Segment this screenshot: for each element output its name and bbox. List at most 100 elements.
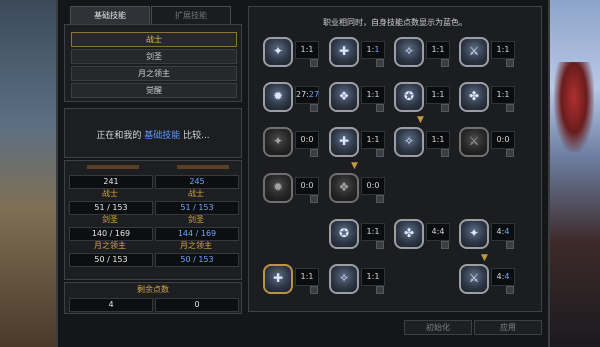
skill-plus-button[interactable] bbox=[506, 286, 514, 294]
skill-plus-button[interactable] bbox=[310, 59, 318, 67]
skill-level: 1:1 bbox=[491, 41, 515, 59]
skill-glyph-icon: ✹ bbox=[272, 89, 284, 103]
skill-level-mine: 27 bbox=[296, 90, 307, 99]
skill-level: 1:1 bbox=[361, 131, 385, 149]
skill-icon[interactable]: ✧ bbox=[394, 127, 424, 157]
skill-level-other: 0 bbox=[308, 135, 314, 144]
stats-box: 241 245 战士 战士 51 / 153 51 / 153 剑圣 剑圣 14… bbox=[64, 160, 242, 280]
skill-level-other: 0 bbox=[504, 135, 510, 144]
skill-level: 1:1 bbox=[361, 41, 385, 59]
stat-label-warrior-right: 战士 bbox=[188, 189, 204, 198]
skill-plus-button[interactable] bbox=[376, 104, 384, 112]
skill-icon[interactable]: ✦ bbox=[263, 127, 293, 157]
info-text: 职业相同时，自身技能点数显示为蓝色。 bbox=[323, 18, 467, 27]
skill-level: 4:4 bbox=[491, 223, 515, 241]
skill-plus-button[interactable] bbox=[376, 241, 384, 249]
skill-icon[interactable]: ✦ bbox=[459, 219, 489, 249]
stat-warrior-right: 51 / 153 bbox=[155, 201, 239, 215]
tab-basic-skills[interactable]: 基础技能 bbox=[70, 6, 150, 25]
skill-icon[interactable]: ✤ bbox=[394, 219, 424, 249]
skill-glyph-icon: ❖ bbox=[338, 180, 350, 194]
skill-level-other: 27 bbox=[308, 90, 320, 99]
skill-icon[interactable]: ⚔ bbox=[459, 37, 489, 67]
skill-icon[interactable]: ❖ bbox=[329, 173, 359, 203]
skill-level-other: 1 bbox=[374, 272, 380, 281]
class-item-blade-master[interactable]: 剑圣 bbox=[71, 49, 237, 64]
compare-prefix: 正在和我的 bbox=[96, 131, 145, 141]
skill-glyph-icon: ✚ bbox=[338, 134, 350, 148]
stat-blade-right: 144 / 169 bbox=[155, 227, 239, 241]
tab-extended-skills[interactable]: 扩展技能 bbox=[151, 6, 231, 25]
stat-label-moonlord-right: 月之领主 bbox=[180, 241, 212, 250]
stat-moonlord-right: 50 / 153 bbox=[155, 253, 239, 267]
skill-icon[interactable]: ✧ bbox=[394, 37, 424, 67]
background-scene-left bbox=[0, 0, 60, 347]
skill-icon[interactable]: ✹ bbox=[263, 82, 293, 112]
total-points-left: 241 bbox=[69, 175, 153, 189]
skill-plus-button[interactable] bbox=[506, 241, 514, 249]
remaining-points-box: 剩余点数 4 0 bbox=[64, 282, 242, 314]
skill-icon[interactable]: ✚ bbox=[329, 127, 359, 157]
skill-plus-button[interactable] bbox=[506, 59, 514, 67]
skill-icon[interactable]: ⚔ bbox=[459, 264, 489, 294]
skill-plus-button[interactable] bbox=[310, 286, 318, 294]
skill-level-other: 1 bbox=[374, 135, 380, 144]
skill-icon[interactable]: ✪ bbox=[329, 219, 359, 249]
skill-level: 1:1 bbox=[491, 86, 515, 104]
skill-icon[interactable]: ✧ bbox=[329, 264, 359, 294]
skill-level: 1:1 bbox=[426, 41, 450, 59]
skill-level-other: 1 bbox=[439, 90, 445, 99]
skill-level: 0:0 bbox=[361, 177, 385, 195]
skill-plus-button[interactable] bbox=[376, 286, 384, 294]
skill-plus-button[interactable] bbox=[310, 104, 318, 112]
skill-level: 1:1 bbox=[361, 223, 385, 241]
skill-glyph-icon: ✧ bbox=[403, 44, 415, 58]
skill-icon[interactable]: ✤ bbox=[459, 82, 489, 112]
skill-plus-button[interactable] bbox=[506, 104, 514, 112]
skill-plus-button[interactable] bbox=[506, 149, 514, 157]
skill-icon[interactable]: ⚔ bbox=[459, 127, 489, 157]
skill-plus-button[interactable] bbox=[376, 149, 384, 157]
skill-level-other: 1 bbox=[374, 45, 380, 54]
stat-blade-left: 140 / 169 bbox=[69, 227, 153, 241]
skill-plus-button[interactable] bbox=[376, 195, 384, 203]
skill-level-other: 4 bbox=[504, 272, 510, 281]
init-button[interactable]: 初始化 bbox=[404, 320, 472, 335]
skill-level: 0:0 bbox=[491, 131, 515, 149]
skill-glyph-icon: ✧ bbox=[338, 271, 350, 285]
stat-warrior-left: 51 / 153 bbox=[69, 201, 153, 215]
skill-level-other: 1 bbox=[308, 272, 314, 281]
skill-glyph-icon: ❖ bbox=[338, 89, 350, 103]
skill-level: 1:1 bbox=[426, 131, 450, 149]
class-item-warrior[interactable]: 战士 bbox=[71, 32, 237, 47]
stat-label-blade-left: 剑圣 bbox=[102, 215, 118, 224]
stat-label-blade-right: 剑圣 bbox=[188, 215, 204, 224]
skill-level: 4:4 bbox=[491, 268, 515, 286]
skill-icon[interactable]: ✪ bbox=[394, 82, 424, 112]
skill-glyph-icon: ✤ bbox=[403, 226, 415, 240]
apply-button[interactable]: 应用 bbox=[474, 320, 542, 335]
skill-level-other: 0 bbox=[374, 181, 380, 190]
skill-icon[interactable]: ✹ bbox=[263, 173, 293, 203]
skill-plus-button[interactable] bbox=[441, 59, 449, 67]
skill-plus-button[interactable] bbox=[441, 104, 449, 112]
skill-level: 0:0 bbox=[295, 131, 319, 149]
skill-glyph-icon: ⚔ bbox=[468, 134, 480, 148]
skill-plus-button[interactable] bbox=[310, 149, 318, 157]
skill-plus-button[interactable] bbox=[441, 241, 449, 249]
skill-icon[interactable]: ❖ bbox=[329, 82, 359, 112]
skill-glyph-icon: ⚔ bbox=[468, 271, 480, 285]
stat-label-warrior-left: 战士 bbox=[102, 189, 118, 198]
skill-icon[interactable]: ✚ bbox=[263, 264, 293, 294]
skill-icon[interactable]: ✦ bbox=[263, 37, 293, 67]
class-item-moon-lord[interactable]: 月之领主 bbox=[71, 66, 237, 81]
stat-moonlord-left: 50 / 153 bbox=[69, 253, 153, 267]
skill-icon[interactable]: ✚ bbox=[329, 37, 359, 67]
skill-plus-button[interactable] bbox=[441, 149, 449, 157]
skill-level-other: 1 bbox=[504, 90, 510, 99]
skill-plus-button[interactable] bbox=[376, 59, 384, 67]
class-item-awaken[interactable]: 觉醒 bbox=[71, 83, 237, 98]
skill-plus-button[interactable] bbox=[310, 195, 318, 203]
skill-glyph-icon: ✪ bbox=[338, 226, 350, 240]
skill-level-other: 1 bbox=[439, 45, 445, 54]
